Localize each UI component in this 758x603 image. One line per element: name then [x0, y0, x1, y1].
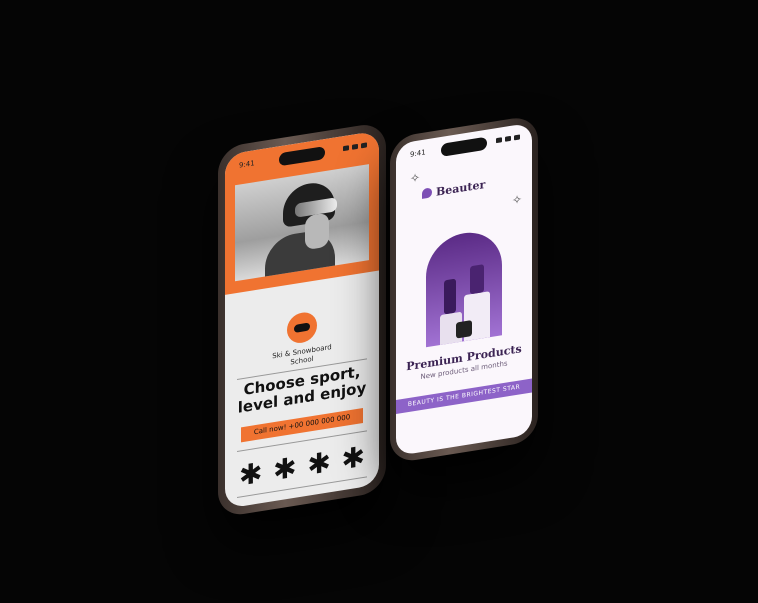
promo-banner: BEAUTY IS THE BRIGHTEST STAR	[396, 378, 532, 415]
jar	[456, 320, 472, 339]
phone-screen: 9:41 ✧ ✧ Beauter Premium Products New pr…	[396, 122, 532, 457]
product-arch-image	[426, 227, 502, 348]
wifi-icon	[352, 143, 358, 150]
asterisk-icon: ✱	[341, 439, 365, 477]
signal-icon	[343, 145, 349, 152]
sparkle-icon: ✧	[511, 192, 522, 208]
bottle	[470, 264, 484, 295]
brand-name: Beauter	[436, 177, 486, 199]
phone-ski-school: 9:41 Ski & Snowboard School Choose sport…	[218, 121, 386, 518]
bottle	[444, 278, 456, 315]
battery-icon	[361, 142, 367, 149]
sparkle-icon: ✧	[410, 170, 421, 186]
dynamic-island	[441, 136, 487, 157]
phone-beauty: 9:41 ✧ ✧ Beauter Premium Products New pr…	[390, 114, 538, 464]
status-icons	[496, 134, 520, 144]
asterisk-icon: ✱	[273, 450, 297, 488]
brand-logo-icon	[422, 187, 432, 199]
asterisk-icon: ✱	[307, 445, 331, 482]
phone-screen: 9:41 Ski & Snowboard School Choose sport…	[225, 130, 379, 509]
battery-icon	[514, 134, 520, 141]
goggles-logo-icon	[287, 310, 317, 346]
status-time: 9:41	[410, 148, 426, 159]
wifi-icon	[505, 135, 511, 142]
mockup-scene: 9:41 Ski & Snowboard School Choose sport…	[0, 0, 758, 603]
signal-icon	[496, 137, 502, 144]
asterisk-icon: ✱	[239, 455, 263, 493]
skier-face	[305, 212, 329, 251]
star-row: ✱ ✱ ✱ ✱	[239, 439, 365, 493]
